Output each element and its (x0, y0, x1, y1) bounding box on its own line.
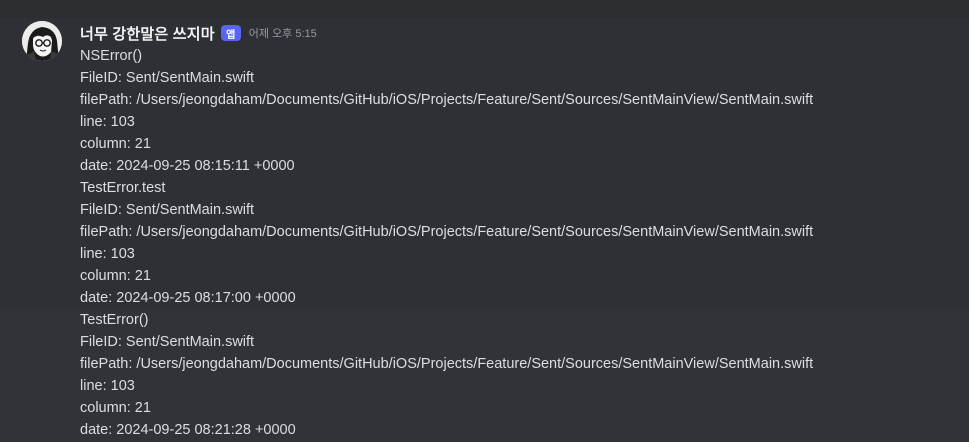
message-line: column: 21 (80, 136, 151, 152)
app-badge: 앱 (220, 25, 241, 41)
message-line: FileID: Sent/SentMain.swift (80, 202, 255, 218)
message-line: column: 21 (80, 268, 151, 284)
message-line: filePath: /Users/jeongdaham/Documents/Gi… (80, 356, 814, 372)
message-line: column: 21 (80, 400, 151, 416)
message-line: line: 103 (80, 378, 135, 394)
message-line: NSError() (80, 48, 143, 64)
message-line: filePath: /Users/jeongdaham/Documents/Gi… (80, 92, 814, 108)
message-line: date: 2024-09-25 08:21:28 +0000 (80, 422, 296, 438)
message-line: date: 2024-09-25 08:17:00 +0000 (80, 290, 296, 306)
message-line: line: 103 (80, 246, 135, 262)
message-block-3[interactable]: TestError() FileID: Sent/SentMain.swift … (0, 309, 969, 441)
message-line: line: 103 (80, 114, 135, 130)
chat-area: 너무 강한말은 쓰지마 앱 어제 오후 5:15 NSError() FileI… (0, 0, 969, 442)
message-block-2[interactable]: TestError.test FileID: Sent/SentMain.swi… (0, 177, 969, 309)
message-line: TestError.test (80, 180, 166, 196)
message-group: 너무 강한말은 쓰지마 앱 어제 오후 5:15 NSError() FileI… (0, 18, 969, 441)
message-line: FileID: Sent/SentMain.swift (80, 334, 255, 350)
message-line: filePath: /Users/jeongdaham/Documents/Gi… (80, 224, 814, 240)
avatar-image (22, 21, 62, 61)
avatar[interactable] (22, 21, 62, 61)
username[interactable]: 너무 강한말은 쓰지마 (80, 23, 215, 44)
message-block-1[interactable]: 너무 강한말은 쓰지마 앱 어제 오후 5:15 NSError() FileI… (0, 18, 969, 177)
message-line: FileID: Sent/SentMain.swift (80, 70, 255, 86)
message-line: date: 2024-09-25 08:15:11 +0000 (80, 158, 295, 174)
timestamp[interactable]: 어제 오후 5:15 (249, 25, 317, 41)
message-line: TestError() (80, 312, 149, 328)
top-divider (0, 0, 969, 18)
message-header: 너무 강한말은 쓰지마 앱 어제 오후 5:15 (80, 20, 969, 45)
